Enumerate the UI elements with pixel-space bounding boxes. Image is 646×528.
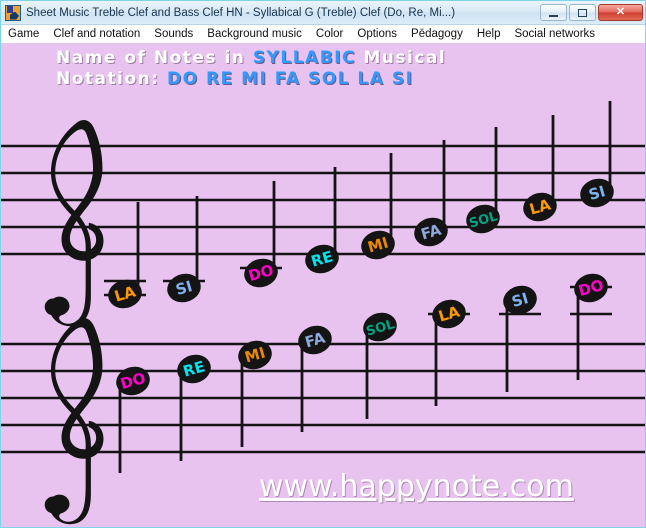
note-mi[interactable]: MI [358,153,398,263]
note-sol[interactable]: SOL [463,127,503,237]
upper-staff: LA SIDOREMIFASOLLASI [1,101,645,327]
treble-clef [44,318,104,525]
note-fa[interactable]: FA [411,140,451,250]
note-do[interactable]: DO [113,363,153,473]
app-window: Sheet Music Treble Clef and Bass Clef HN… [0,0,646,528]
note-la[interactable]: LA [104,202,146,312]
note-si[interactable]: SI [499,282,541,392]
note-la[interactable]: LA [520,115,560,225]
note-do[interactable]: DO [570,270,612,380]
note-do[interactable]: DO [240,181,282,291]
music-sheet: LA SIDOREMIFASOLLASIDO REMIFASOLLASI DO [1,101,645,525]
treble-clef [44,120,104,327]
note-si[interactable]: SI [577,101,617,211]
note-la[interactable]: LA [428,296,470,406]
note-fa[interactable]: FA [295,322,335,432]
note-sol[interactable]: SOL [360,309,400,419]
note-re[interactable]: RE [302,167,342,277]
website-url[interactable]: www.happynote.com [259,469,574,504]
note-re[interactable]: RE [174,351,214,461]
note-mi[interactable]: MI [235,337,275,447]
note-si[interactable]: SI [163,196,205,306]
